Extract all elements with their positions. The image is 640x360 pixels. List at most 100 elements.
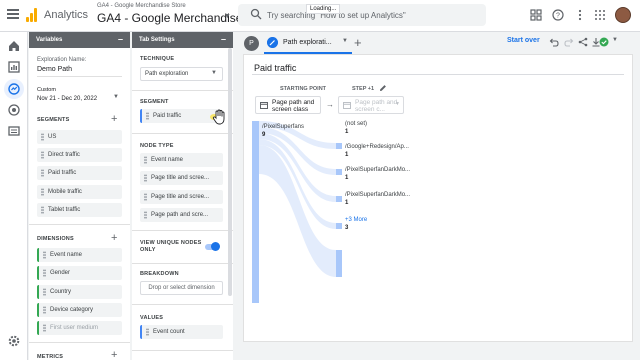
more-nodes-value: 3 <box>345 225 349 231</box>
tab-path-exploration[interactable]: Path explorati... ▼ <box>264 34 352 54</box>
property-selector[interactable]: GA4 - Google Merchandise ... <box>97 11 256 25</box>
chevron-down-icon[interactable]: ▼ <box>113 94 119 100</box>
chevron-down-icon[interactable]: ▼ <box>224 13 231 20</box>
menu-icon[interactable] <box>7 9 19 19</box>
more-nodes-link[interactable]: +3 More <box>345 217 367 223</box>
date-range-picker[interactable]: Nov 21 - Dec 20, 2022 <box>37 96 97 102</box>
divider <box>132 133 233 134</box>
collapse-icon[interactable]: – <box>221 34 226 44</box>
node-type-chip[interactable]: Page path and scre... <box>140 208 223 222</box>
step-node-value: 1 <box>345 200 349 206</box>
share-icon[interactable] <box>578 37 588 47</box>
variables-panel: Variables – Exploration Name: Demo Path … <box>29 32 130 360</box>
chevron-down-icon[interactable]: ▼ <box>342 38 348 44</box>
divider <box>132 90 233 91</box>
technique-heading: TECHNIQUE <box>140 56 175 62</box>
explore-icon[interactable] <box>7 82 21 96</box>
technique-value: Path exploration <box>145 71 189 77</box>
node-type-heading: NODE TYPE <box>140 143 174 149</box>
divider <box>29 224 130 225</box>
start-node-bar <box>252 121 259 303</box>
variables-panel-header: Variables – <box>29 32 130 48</box>
redo-icon[interactable] <box>564 37 574 47</box>
add-metric-icon[interactable]: + <box>111 350 117 360</box>
start-node-name[interactable]: /PixelSuperfans <box>262 124 304 130</box>
dimension-chip[interactable]: Country <box>37 285 122 299</box>
panel-scrollbar[interactable] <box>228 48 232 296</box>
collapse-icon[interactable]: – <box>118 34 123 44</box>
divider <box>132 304 233 305</box>
divider <box>29 342 130 343</box>
path-exploration-icon <box>267 37 278 48</box>
google-apps-icon[interactable] <box>594 9 606 21</box>
segment-chip[interactable]: Direct traffic <box>37 148 122 162</box>
add-tab-button[interactable]: + <box>354 35 362 50</box>
segment-chip[interactable]: Paid traffic <box>37 166 122 180</box>
segment-chip[interactable]: Mobile traffic <box>37 185 122 199</box>
gear-icon[interactable] <box>7 334 21 348</box>
start-over-button[interactable]: Start over <box>507 37 540 44</box>
reports-icon[interactable] <box>7 60 21 74</box>
start-node-value: 9 <box>262 132 266 138</box>
step-node-name[interactable]: /PixelSuperfanDarkMo... <box>345 192 410 198</box>
tab-settings-panel: Tab Settings – TECHNIQUE Path exploratio… <box>132 32 233 360</box>
dimension-chip[interactable]: Event name <box>37 248 122 262</box>
tab-settings-title: Tab Settings <box>139 37 175 43</box>
dimension-chip[interactable]: First user medium <box>37 321 122 335</box>
hand-cursor-icon <box>210 109 225 125</box>
account-path[interactable]: GA4 - Google Merchandise Store <box>97 3 186 9</box>
search-icon <box>250 8 262 20</box>
more-vert-icon[interactable] <box>574 9 586 21</box>
chevron-down-icon[interactable]: ▼ <box>612 37 618 43</box>
segment-heading: SEGMENT <box>140 99 169 105</box>
step-node-value: 1 <box>345 129 349 135</box>
step-node-name[interactable]: (not set) <box>345 121 367 127</box>
path-flow-diagram <box>252 121 342 303</box>
metrics-heading: METRICS <box>37 354 64 360</box>
tab-label: Path explorati... <box>283 39 332 46</box>
node-type-chip[interactable]: Page title and scree... <box>140 171 223 185</box>
step-node-name[interactable]: /PixelSuperfanDarkMo... <box>345 167 410 173</box>
help-icon[interactable]: ? <box>552 9 564 21</box>
top-app-bar: Analytics GA4 - Google Merchandise Store… <box>0 0 640 32</box>
loading-indicator: Loading... <box>306 4 341 14</box>
home-icon[interactable] <box>7 39 21 53</box>
step-node-name[interactable]: /Google+Redesign/Ap... <box>345 144 409 150</box>
app-name: Analytics <box>44 9 89 21</box>
divider <box>132 350 233 351</box>
node-type-chip[interactable]: Event name <box>140 153 223 167</box>
node-type-chip[interactable]: Page title and scree... <box>140 190 223 204</box>
segment-chip[interactable]: US <box>37 130 122 144</box>
step-node-value: 1 <box>345 152 349 158</box>
step-node-bar <box>336 223 342 229</box>
technique-select[interactable]: Path exploration ▼ <box>140 67 223 81</box>
breakdown-heading: BREAKDOWN <box>140 271 179 277</box>
configure-icon[interactable] <box>7 124 21 138</box>
step-node-bar <box>336 250 342 277</box>
values-chip[interactable]: Event count <box>140 325 223 339</box>
breakdown-dropzone[interactable]: Drop or select dimension <box>140 281 223 295</box>
add-dimension-icon[interactable]: + <box>111 233 117 244</box>
apps-grid-icon[interactable] <box>530 9 542 21</box>
view-unique-toggle[interactable] <box>205 242 220 251</box>
undo-icon[interactable] <box>549 37 559 47</box>
tab-badge[interactable]: P <box>244 36 259 51</box>
segment-chip[interactable]: Tablet traffic <box>37 203 122 217</box>
advertising-icon[interactable] <box>7 103 21 117</box>
divider <box>132 263 233 264</box>
search-bar[interactable]: Try searching "How to set up Analytics" <box>238 4 486 26</box>
dimensions-heading: DIMENSIONS <box>37 236 74 242</box>
add-segment-icon[interactable]: + <box>111 114 117 125</box>
segments-heading: SEGMENTS <box>37 117 70 123</box>
exploration-name-input[interactable]: Demo Path <box>37 66 72 73</box>
dimension-chip[interactable]: Gender <box>37 266 122 280</box>
avatar[interactable] <box>615 7 631 23</box>
chevron-down-icon: ▼ <box>211 70 217 76</box>
step-node-bar <box>336 196 342 202</box>
dimension-chip[interactable]: Device category <box>37 303 122 317</box>
date-range-label: Custom <box>37 87 56 93</box>
values-heading: VALUES <box>140 315 164 321</box>
left-nav-rail <box>0 32 28 360</box>
check-circle-icon[interactable] <box>599 37 609 47</box>
step-node-value: 1 <box>345 175 349 181</box>
